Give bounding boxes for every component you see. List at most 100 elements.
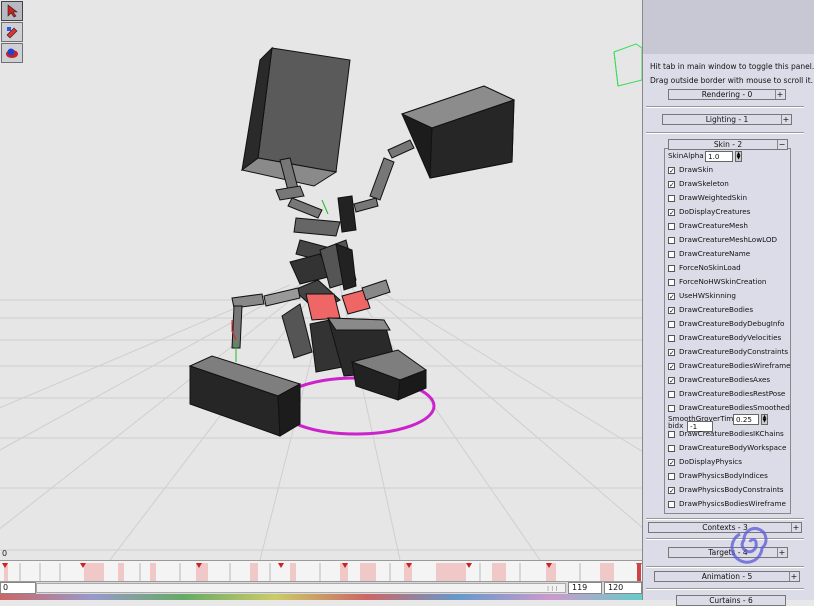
panel-header [643, 0, 814, 54]
select-arrow-icon [7, 4, 18, 18]
checkbox[interactable]: ✓ [668, 486, 675, 494]
option-drawcreaturebodieswireframe[interactable]: ✓ DrawCreatureBodiesWireframe [668, 360, 791, 372]
rollout-lighting[interactable]: Lighting - 1 + [662, 114, 792, 125]
option-label: DrawCreatureBodiesIKChains [679, 429, 784, 438]
option-dodisplaycreatures[interactable]: ✓ DoDisplayCreatures [668, 206, 750, 218]
option-drawweightedskin[interactable]: DrawWeightedSkin [668, 192, 747, 204]
checkbox[interactable] [668, 444, 675, 452]
checkbox[interactable]: ✓ [668, 362, 675, 370]
option-drawskeleton[interactable]: ✓ DrawSkeleton [668, 178, 729, 190]
option-drawcreaturename[interactable]: DrawCreatureName [668, 248, 750, 260]
option-drawcreaturebodyconstraints[interactable]: ✓ DrawCreatureBodyConstraints [668, 346, 788, 358]
option-usehwskinning[interactable]: ✓ UseHWSkinning [668, 290, 736, 302]
select-tool-button[interactable] [1, 1, 23, 21]
checkbox[interactable]: ✓ [668, 166, 675, 174]
option-label: ForceNoSkinLoad [679, 263, 741, 272]
expand-icon: + [775, 90, 784, 99]
option-drawskin[interactable]: ✓ DrawSkin [668, 164, 713, 176]
tool-palette [0, 0, 24, 64]
3d-viewport[interactable]: 0 [0, 0, 642, 560]
divider [646, 132, 804, 134]
rollout-next[interactable]: Curtains - 6 [676, 595, 786, 606]
option-label: DrawCreatureMeshLowLOD [679, 235, 778, 244]
checkbox[interactable] [668, 194, 675, 202]
option-drawcreaturemesh[interactable]: DrawCreatureMesh [668, 220, 748, 232]
option-label: DrawCreatureBodyDebugInfo [679, 319, 785, 328]
option-label: DrawCreatureBodiesRestPose [679, 389, 786, 398]
checkbox[interactable]: ✓ [668, 376, 675, 384]
option-drawphysicsbodieswireframe[interactable]: DrawPhysicsBodiesWireframe [668, 498, 786, 510]
checkbox[interactable] [668, 264, 675, 272]
option-drawcreaturebodydebuginfo[interactable]: DrawCreatureBodyDebugInfo [668, 318, 784, 330]
option-forcenoskinload[interactable]: ForceNoSkinLoad [668, 262, 741, 274]
option-label: DrawPhysicsBodyConstraints [679, 485, 784, 494]
checkbox[interactable]: ✓ [668, 458, 675, 466]
animation-timeline[interactable] [0, 560, 642, 582]
skin-alpha-row: SkinAlpha [668, 150, 704, 162]
checkbox[interactable] [668, 404, 675, 412]
paint-tool-button[interactable] [1, 22, 23, 42]
checkbox[interactable] [668, 236, 675, 244]
divider [646, 518, 804, 520]
rollout-rendering[interactable]: Rendering - 0 + [668, 89, 786, 100]
checkbox[interactable] [668, 320, 675, 328]
smooth-spinner[interactable]: ▲ ▼ [761, 414, 768, 425]
option-label: DrawCreatureBodyWorkspace [679, 443, 787, 452]
smooth-input[interactable]: 0.25 [733, 414, 759, 425]
checkbox[interactable] [668, 334, 675, 342]
option-drawcreaturebodyworkspace[interactable]: DrawCreatureBodyWorkspace [668, 442, 786, 454]
collapse-icon: − [777, 140, 786, 149]
option-drawcreaturebodiesaxes[interactable]: ✓ DrawCreatureBodiesAxes [668, 374, 770, 386]
option-drawcreaturebodyvelocities[interactable]: DrawCreatureBodyVelocities [668, 332, 781, 344]
timeline-scrollbar[interactable]: I I I [36, 583, 566, 593]
rollout-skin[interactable]: Skin - 2− [668, 139, 788, 150]
rollout-contexts[interactable]: Contexts - 3 + [648, 522, 802, 533]
expand-icon: + [789, 572, 798, 581]
checkbox[interactable] [668, 278, 675, 286]
checkbox[interactable] [668, 500, 675, 508]
option-drawcreaturebodiesikchains[interactable]: DrawCreatureBodiesIKChains [668, 428, 784, 440]
checkbox[interactable] [668, 250, 675, 258]
physics-tool-button[interactable] [1, 43, 23, 63]
panel-hint-scroll: Drag outside border with mouse to scroll… [650, 76, 814, 85]
panel-hint-toggle: Hit tab in main window to toggle this pa… [650, 62, 814, 71]
option-label: DrawCreatureName [679, 249, 751, 258]
rollout-animation[interactable]: Animation - 5 + [654, 571, 800, 582]
frame-zero-label: 0 [2, 549, 8, 558]
divider [646, 106, 804, 108]
skin-alpha-input[interactable]: 1.0 [705, 151, 733, 162]
option-dodisplayphysics[interactable]: ✓ DoDisplayPhysics [668, 456, 742, 468]
checkbox[interactable] [668, 390, 675, 398]
status-strip [0, 594, 642, 600]
checkbox[interactable]: ✓ [668, 348, 675, 356]
checkbox[interactable]: ✓ [668, 208, 675, 216]
frame-end-field[interactable]: 120 [604, 582, 642, 594]
option-drawcreaturebodies[interactable]: ✓ DrawCreatureBodies [668, 304, 753, 316]
option-forcenohwskincreation[interactable]: ForceNoHWSkinCreation [668, 276, 766, 288]
option-label: UseHWSkinning [679, 291, 736, 300]
frame-current-field[interactable]: 119 [568, 582, 602, 594]
option-drawcreaturemeshlowlod[interactable]: DrawCreatureMeshLowLOD [668, 234, 777, 246]
timeline-keyframes [2, 563, 642, 581]
hand-cube-right [400, 85, 516, 179]
option-label: DrawCreatureBodiesWireframe [679, 361, 791, 370]
option-drawphysicsbodyindices[interactable]: DrawPhysicsBodyIndices [668, 470, 768, 482]
checkbox[interactable]: ✓ [668, 180, 675, 188]
checkbox[interactable]: ✓ [668, 292, 675, 300]
divider [646, 538, 804, 540]
option-label: DrawCreatureBodyVelocities [679, 333, 782, 342]
swirl-logo-icon [730, 527, 768, 564]
checkbox[interactable] [668, 472, 675, 480]
hand-cube-left [240, 46, 351, 187]
expand-icon: + [777, 548, 786, 557]
frame-start-field[interactable]: 0 [0, 582, 36, 594]
checkbox[interactable] [668, 222, 675, 230]
checkbox[interactable] [668, 430, 675, 438]
option-drawphysicsbodyconstraints[interactable]: ✓ DrawPhysicsBodyConstraints [668, 484, 784, 496]
paint-tool-icon [6, 27, 18, 39]
skin-alpha-spinner[interactable]: ▲ ▼ [735, 151, 742, 162]
expand-icon: + [781, 115, 790, 124]
checkbox[interactable]: ✓ [668, 306, 675, 314]
option-drawcreaturebodiesrestpose[interactable]: DrawCreatureBodiesRestPose [668, 388, 785, 400]
option-label: DoDisplayCreatures [679, 207, 751, 216]
